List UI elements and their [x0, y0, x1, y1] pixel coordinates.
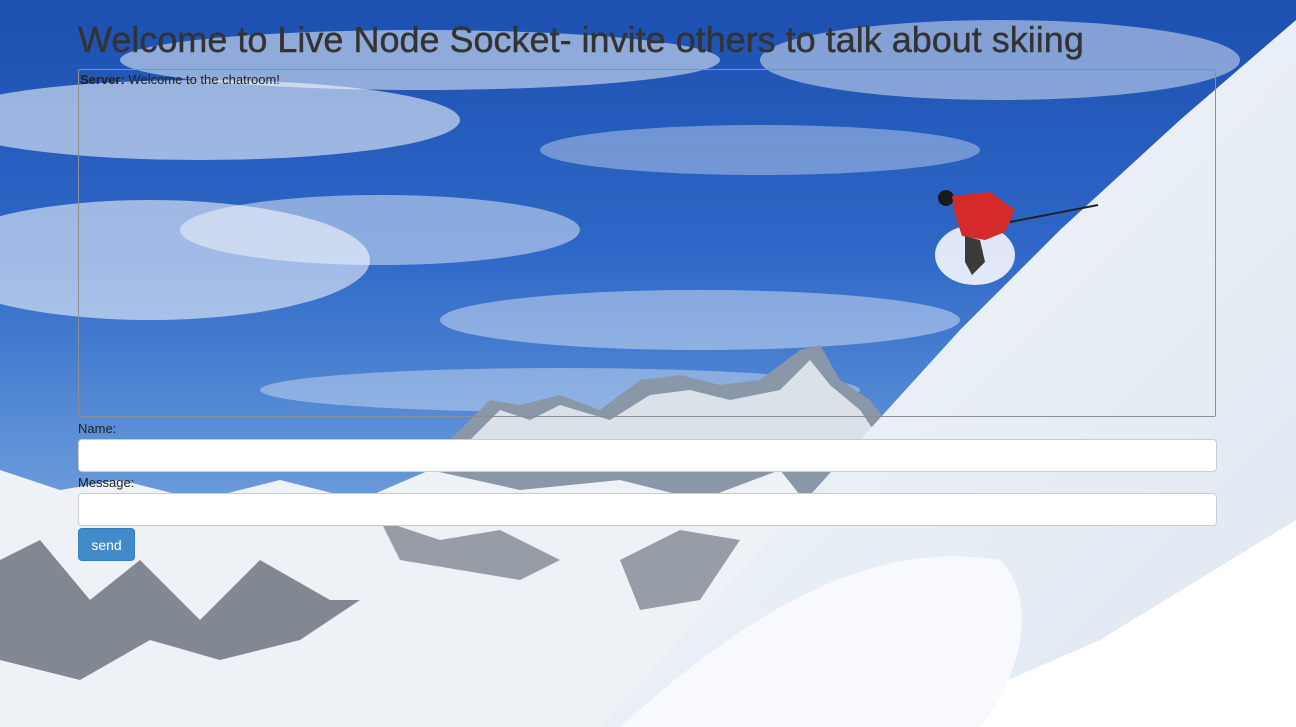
chat-message: Server: Welcome to the chatroom! [79, 72, 1215, 88]
chat-log[interactable]: Server: Welcome to the chatroom! [78, 69, 1216, 417]
message-label: Message: [78, 475, 135, 490]
name-label: Name: [78, 421, 117, 436]
send-button[interactable]: send [78, 528, 135, 561]
message-input[interactable] [78, 493, 1217, 526]
page-title: Welcome to Live Node Socket- invite othe… [78, 19, 1084, 60]
name-input[interactable] [78, 439, 1217, 472]
message-sender: Server: [80, 72, 125, 87]
message-text: Welcome to the chatroom! [124, 72, 280, 87]
chat-page: Welcome to Live Node Socket- invite othe… [78, 0, 1218, 561]
